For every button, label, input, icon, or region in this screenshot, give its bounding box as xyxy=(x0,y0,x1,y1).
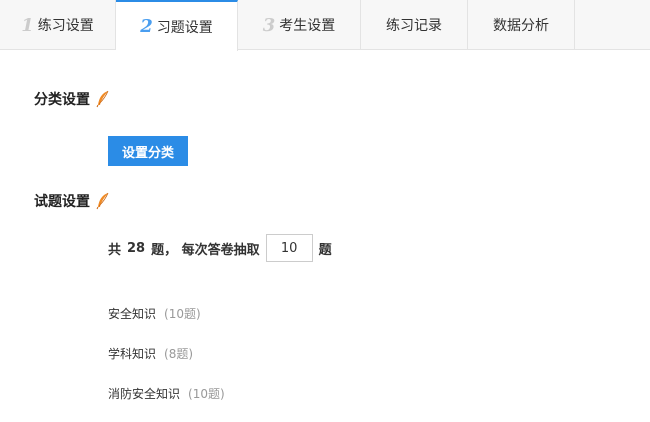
category-name: 消防安全知识 xyxy=(108,387,181,401)
count-prefix: 共 xyxy=(108,242,122,258)
feather-icon xyxy=(96,192,110,210)
tab-data-analysis[interactable]: 数据分析 xyxy=(468,0,575,50)
count-middle-text: 题， 每次答卷抽取 xyxy=(151,242,260,258)
count-suffix: 题 xyxy=(318,242,332,258)
category-name: 学科知识 xyxy=(108,347,157,361)
tab-label: 考生设置 xyxy=(279,18,336,34)
category-name: 安全知识 xyxy=(108,307,157,321)
tab-practice-settings[interactable]: 1 练习设置 xyxy=(0,0,116,50)
question-count-row: 共 28 题， 每次答卷抽取 题 xyxy=(108,234,332,262)
tab-label: 练习设置 xyxy=(37,18,94,34)
set-category-button[interactable]: 设置分类 xyxy=(108,136,188,166)
section-title-text: 分类设置 xyxy=(34,92,90,108)
tab-step-number: 1 xyxy=(21,14,34,36)
category-count: (10题) xyxy=(188,387,225,401)
category-section-title: 分类设置 xyxy=(34,89,110,109)
questions-per-exam-input[interactable] xyxy=(265,234,313,262)
total-question-count: 28 xyxy=(127,240,146,256)
feather-icon xyxy=(96,90,110,108)
category-item-fire-safety: 消防安全知识 (10题) xyxy=(108,385,225,402)
tab-bar: 1 练习设置 2 习题设置 3 考生设置 练习记录 数据分析 xyxy=(0,0,650,51)
category-item-safety: 安全知识 (10题) xyxy=(108,305,201,322)
tab-label: 数据分析 xyxy=(493,18,549,34)
tab-label: 习题设置 xyxy=(156,19,213,36)
category-item-subject: 学科知识 (8题) xyxy=(108,345,193,362)
tab-step-number: 2 xyxy=(140,16,153,37)
category-count: (10题) xyxy=(164,307,201,321)
tab-practice-records[interactable]: 练习记录 xyxy=(361,0,468,50)
category-count: (8题) xyxy=(164,347,194,361)
tab-examinee-settings[interactable]: 3 考生设置 xyxy=(238,0,361,50)
question-section-title: 试题设置 xyxy=(34,191,110,211)
tab-label: 练习记录 xyxy=(386,18,442,34)
tab-question-settings[interactable]: 2 习题设置 xyxy=(116,0,238,51)
section-title-text: 试题设置 xyxy=(34,194,90,210)
tab-step-number: 3 xyxy=(262,14,276,36)
